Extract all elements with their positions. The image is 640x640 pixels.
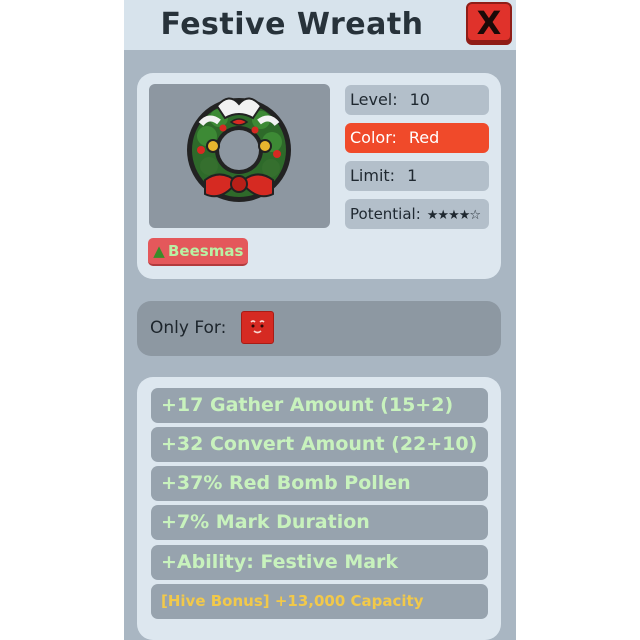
stat-limit-label: Limit: — [350, 166, 396, 185]
hive-bonus-row: [Hive Bonus] +13,000 Capacity — [151, 584, 488, 619]
ability-row: +32 Convert Amount (22+10) — [151, 427, 488, 462]
stat-limit: Limit: 1 — [345, 161, 489, 191]
event-tag-label: Beesmas — [168, 242, 244, 260]
stat-level: Level: 10 — [345, 85, 489, 115]
christmas-tree-icon: ▲ — [153, 242, 165, 260]
event-tag: ▲ Beesmas — [148, 238, 248, 266]
close-button[interactable]: X — [466, 2, 512, 42]
stat-potential-value: ★★★★☆ — [426, 208, 481, 223]
stat-color-label: Color: — [350, 128, 397, 147]
red-bee-icon[interactable] — [241, 311, 274, 344]
red-bee-face-icon — [250, 320, 265, 334]
stat-level-label: Level: — [350, 90, 398, 109]
stat-potential-label: Potential: — [350, 205, 421, 223]
item-preview — [149, 84, 330, 228]
ability-row: +17 Gather Amount (15+2) — [151, 388, 488, 423]
stat-color: Color: Red — [345, 123, 489, 153]
page-title: Festive Wreath — [160, 7, 424, 42]
festive-wreath-icon — [187, 97, 291, 202]
ability-row: +7% Mark Duration — [151, 505, 488, 540]
stat-limit-value: 1 — [407, 166, 418, 185]
ability-row: +Ability: Festive Mark — [151, 545, 488, 580]
ability-row: +37% Red Bomb Pollen — [151, 466, 488, 501]
only-for-label: Only For: — [150, 318, 227, 338]
stat-color-value: Red — [408, 128, 440, 147]
stat-level-value: 10 — [409, 90, 430, 109]
stat-potential: Potential: ★★★★☆ — [345, 199, 489, 229]
